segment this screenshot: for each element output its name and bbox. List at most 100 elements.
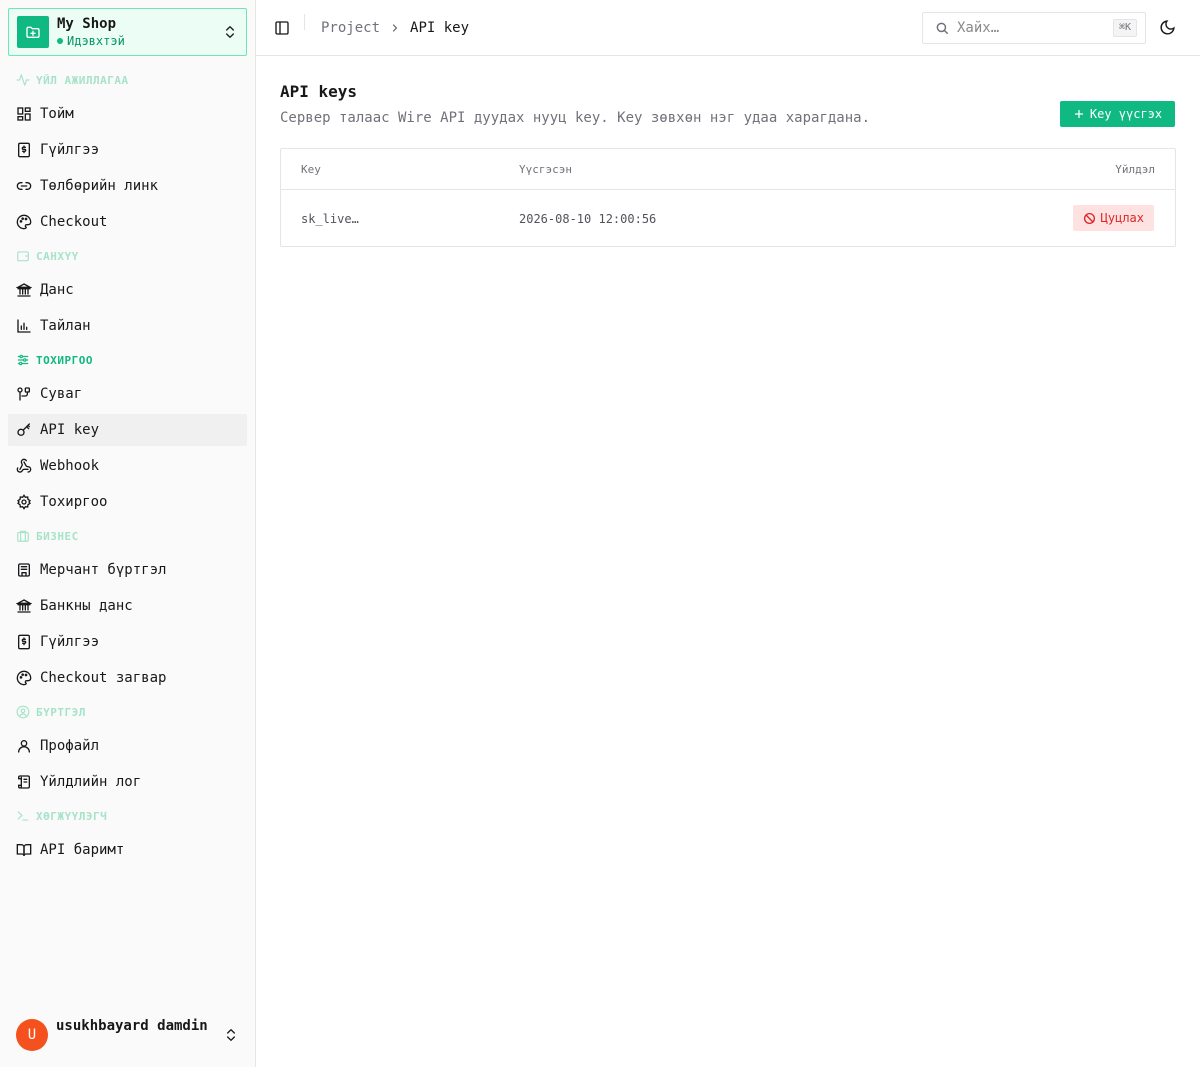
palette-icon (16, 670, 32, 686)
topbar: Project API key Хайх… ⌘K (256, 0, 1200, 56)
sidebar-item-label: API key (40, 422, 100, 438)
user-name: usukhbayard damdin (56, 1018, 208, 1034)
search-input[interactable]: Хайх… ⌘K (922, 12, 1146, 44)
sidebar-item-report[interactable]: Тайлан (8, 310, 247, 342)
column-header-created: Үүсгэсэн (519, 163, 572, 176)
sidebar-item-payment-link[interactable]: Төлбөрийн линк (8, 170, 247, 202)
breadcrumb: Project API key (321, 18, 469, 38)
created-cell: 2026-08-10 12:00:56 (519, 212, 657, 226)
key-icon (17, 423, 30, 436)
dashboard-icon (17, 107, 31, 121)
sidebar-item-label: Мерчант бүртгэл (40, 562, 167, 578)
section-developer: ХӨГЖҮҮЛЭГЧ (8, 802, 247, 830)
sidebar-toggle-button[interactable] (272, 18, 292, 38)
column-header-key: Key (301, 163, 321, 176)
panel-left-icon (275, 21, 289, 35)
scroll-icon (18, 775, 30, 789)
sidebar-item-checkout[interactable]: Checkout (8, 206, 247, 238)
sidebar-item-checkout-template[interactable]: Checkout загвар (8, 662, 247, 694)
sidebar-item-channel[interactable]: Суваг (8, 378, 247, 410)
sidebar-item-transactions-2[interactable]: Гүйлгээ (8, 626, 247, 658)
sidebar-item-label: Webhook (40, 458, 100, 474)
section-label: ТОХИРГОО (36, 353, 93, 367)
status-dot (57, 38, 63, 44)
sidebar-item-label: Төлбөрийн линк (40, 178, 159, 194)
sidebar-nav: ҮЙЛ АЖИЛЛАГАА Тойм Гүйлгээ Төлбөрийн лин… (8, 66, 247, 870)
user-circle-icon (16, 705, 30, 719)
sidebar-item-label: Данс (40, 282, 74, 298)
palette-icon (16, 214, 32, 230)
table-header: Key Үүсгэсэн Үйлдэл (281, 149, 1175, 190)
sidebar-item-webhook[interactable]: Webhook (8, 450, 247, 482)
user-menu[interactable]: U usukhbayard damdin (8, 1011, 247, 1059)
user-icon (18, 740, 30, 753)
sidebar-item-label: Тайлан (40, 318, 91, 334)
shop-switcher[interactable]: My Shop Идэвхтэй (8, 8, 247, 56)
breadcrumb-project-link[interactable]: Project (321, 18, 380, 38)
search-placeholder: Хайх… (957, 20, 1000, 36)
key-cell: sk_live… (301, 212, 359, 226)
sidebar-item-transactions[interactable]: Гүйлгээ (8, 134, 247, 166)
sidebar-item-overview[interactable]: Тойм (8, 98, 247, 130)
revoke-label: Цуцлах (1100, 211, 1144, 225)
revoke-button[interactable]: Цуцлах (1072, 205, 1154, 231)
search-icon (936, 22, 948, 34)
book-icon (16, 844, 32, 857)
shop-status-label: Идэвхтэй (67, 34, 125, 48)
gear-icon (17, 494, 31, 510)
ban-icon (1083, 212, 1095, 224)
sidebar-item-merchant[interactable]: Мерчант бүртгэл (8, 554, 247, 586)
moon-icon (1160, 20, 1175, 35)
sidebar-item-label: Checkout (40, 214, 108, 230)
column-header-action: Үйлдэл (1115, 163, 1155, 176)
chevron-right-icon (389, 22, 401, 34)
shop-name: My Shop (57, 16, 117, 32)
section-account: БҮРТГЭЛ (8, 698, 247, 726)
breadcrumb-current: API key (410, 20, 470, 36)
theme-toggle-button[interactable] (1159, 19, 1177, 37)
sidebar-item-settings[interactable]: Тохиргоо (8, 486, 247, 518)
activity-icon (16, 74, 30, 86)
sidebar-item-label: Гүйлгээ (40, 634, 100, 650)
shop-logo (17, 16, 49, 48)
page-description: Сервер талаас Wire API дуудах нууц key. … (280, 110, 871, 126)
avatar: U (16, 1019, 48, 1051)
shop-status: Идэвхтэй (57, 33, 222, 49)
section-settings: ТОХИРГОО (8, 346, 247, 374)
sidebar-item-label: Суваг (40, 386, 83, 402)
sidebar-item-label: Checkout загвар (40, 670, 167, 686)
bank-icon (16, 283, 32, 297)
sidebar-item-label: Профайл (40, 738, 100, 754)
sidebar-item-bank-account[interactable]: Банкны данс (8, 590, 247, 622)
search-shortcut-badge: ⌘K (1112, 19, 1137, 37)
chevrons-up-down-icon (227, 1029, 235, 1041)
sidebar-item-profile[interactable]: Профайл (8, 730, 247, 762)
sidebar: My Shop Идэвхтэй ҮЙЛ АЖИЛЛАГАА Тойм Гүйл… (0, 0, 256, 1067)
sidebar-item-label: API баримт (40, 842, 125, 858)
sidebar-item-label: Үйлдлийн лог (40, 774, 142, 790)
sidebar-item-label: Банкны данс (40, 598, 133, 614)
briefcase-icon (17, 530, 29, 542)
sidebar-item-api-docs[interactable]: API баримт (8, 834, 247, 866)
create-key-button[interactable]: Key үүсгэх (1060, 101, 1175, 127)
section-finance: САНХҮҮ (8, 242, 247, 270)
section-label: БИЗНЕС (36, 529, 79, 543)
section-business: БИЗНЕС (8, 522, 247, 550)
receipt-icon (18, 142, 30, 158)
section-label: ҮЙЛ АЖИЛЛАГАА (36, 73, 129, 87)
channels-icon (17, 387, 30, 401)
sidebar-item-activity-log[interactable]: Үйлдлийн лог (8, 766, 247, 798)
section-label: ХӨГЖҮҮЛЭГЧ (36, 809, 108, 823)
table-row: sk_live… 2026-08-10 12:00:56 Цуцлах (281, 190, 1175, 246)
sidebar-item-label: Тохиргоо (40, 494, 108, 510)
section-label: БҮРТГЭЛ (36, 705, 86, 719)
api-keys-table: Key Үүсгэсэн Үйлдэл sk_live… 2026-08-10 … (280, 148, 1176, 247)
page-title: API keys (280, 82, 358, 101)
plus-icon (1074, 109, 1083, 119)
sidebar-item-label: Гүйлгээ (40, 142, 100, 158)
sidebar-item-account[interactable]: Данс (8, 274, 247, 306)
store-folder-icon (26, 26, 40, 38)
sidebar-item-api-key[interactable]: API key (8, 414, 247, 446)
wallet-icon (17, 251, 29, 262)
bar-chart-icon (17, 319, 31, 333)
